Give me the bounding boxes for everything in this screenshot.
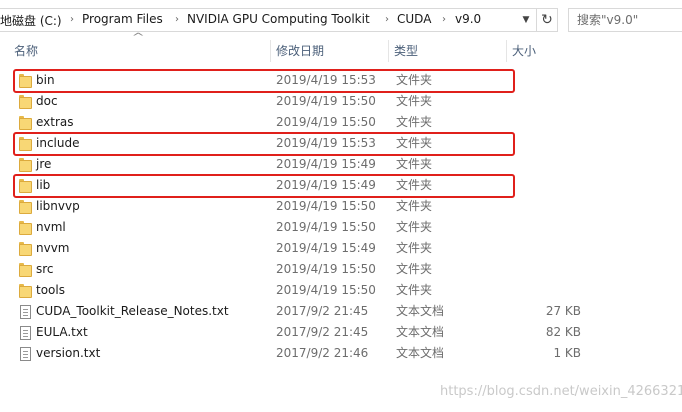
- file-name: EULA.txt: [36, 325, 88, 339]
- file-name: src: [36, 262, 54, 276]
- file-name: extras: [36, 115, 74, 129]
- breadcrumb-separator-icon[interactable]: ›: [385, 14, 389, 25]
- file-row[interactable]: libnvvp 2019/4/19 15:50 文件夹: [0, 196, 682, 217]
- file-row[interactable]: doc 2019/4/19 15:50 文件夹: [0, 91, 682, 112]
- column-header-date[interactable]: 修改日期: [270, 38, 388, 64]
- folder-icon: [19, 238, 32, 259]
- file-date: 2019/4/19 15:49: [276, 157, 376, 171]
- file-type: 文本文档: [396, 304, 445, 318]
- file-name: tools: [36, 283, 65, 297]
- file-date: 2019/4/19 15:50: [276, 220, 376, 234]
- file-row[interactable]: include 2019/4/19 15:53 文件夹: [0, 133, 682, 154]
- file-row[interactable]: nvvm 2019/4/19 15:49 文件夹: [0, 238, 682, 259]
- file-size: 1 KB: [553, 346, 581, 360]
- file-type: 文件夹: [396, 94, 433, 108]
- file-type: 文件夹: [396, 262, 433, 276]
- chevron-down-icon[interactable]: ▼: [518, 11, 534, 29]
- file-type: 文件夹: [396, 73, 433, 87]
- file-date: 2017/9/2 21:46: [276, 346, 369, 360]
- file-date: 2019/4/19 15:50: [276, 115, 376, 129]
- file-date: 2019/4/19 15:50: [276, 283, 376, 297]
- file-name: lib: [36, 178, 51, 192]
- file-type: 文本文档: [396, 346, 445, 360]
- file-date: 2019/4/19 15:53: [276, 73, 376, 87]
- file-row[interactable]: src 2019/4/19 15:50 文件夹: [0, 259, 682, 280]
- file-date: 2019/4/19 15:49: [276, 241, 376, 255]
- text-file-icon: [19, 301, 32, 322]
- folder-icon: [19, 70, 32, 91]
- folder-icon: [19, 196, 32, 217]
- sort-ascending-icon: ^: [131, 32, 145, 43]
- folder-icon: [19, 91, 32, 112]
- folder-icon: [19, 259, 32, 280]
- column-header-type[interactable]: 类型: [388, 38, 506, 64]
- file-type: 文件夹: [396, 199, 433, 213]
- text-file-icon: [19, 343, 32, 364]
- file-type: 文件夹: [396, 136, 433, 150]
- file-date: 2017/9/2 21:45: [276, 304, 369, 318]
- file-date: 2019/4/19 15:50: [276, 262, 376, 276]
- search-box[interactable]: [568, 8, 682, 32]
- file-row[interactable]: tools 2019/4/19 15:50 文件夹: [0, 280, 682, 301]
- file-row[interactable]: EULA.txt 2017/9/2 21:45 文本文档 82 KB: [0, 322, 682, 343]
- breadcrumb-program-files[interactable]: Program Files: [82, 12, 163, 26]
- folder-icon: [19, 154, 32, 175]
- file-name: version.txt: [36, 346, 101, 360]
- file-name: libnvvp: [36, 199, 80, 213]
- address-bar-area: 地磁盘 (C:) › Program Files › NVIDIA GPU Co…: [0, 0, 682, 38]
- folder-icon: [19, 175, 32, 196]
- refresh-icon[interactable]: ↻: [536, 9, 557, 31]
- file-size: 27 KB: [545, 304, 581, 318]
- folder-icon: [19, 112, 32, 133]
- file-row[interactable]: CUDA_Toolkit_Release_Notes.txt 2017/9/2 2…: [0, 301, 682, 322]
- column-header-row: 名称 修改日期 类型 大小: [0, 38, 682, 64]
- watermark: https://blog.csdn.net/weixin_42663215: [440, 384, 682, 399]
- search-input[interactable]: [569, 9, 682, 31]
- file-row[interactable]: version.txt 2017/9/2 21:46 文本文档 1 KB: [0, 343, 682, 364]
- file-date: 2019/4/19 15:50: [276, 94, 376, 108]
- file-name: bin: [36, 73, 55, 87]
- column-header-size[interactable]: 大小: [506, 38, 586, 64]
- file-type: 文件夹: [396, 241, 433, 255]
- file-type: 文件夹: [396, 283, 433, 297]
- file-name: nvvm: [36, 241, 70, 255]
- file-name: doc: [36, 94, 58, 108]
- breadcrumb-separator-icon[interactable]: ›: [70, 14, 74, 25]
- file-list: bin 2019/4/19 15:53 文件夹 doc 2019/4/19 15:50 文…: [0, 70, 682, 364]
- file-type: 文件夹: [396, 220, 433, 234]
- file-date: 2019/4/19 15:50: [276, 199, 376, 213]
- file-type: 文件夹: [396, 157, 433, 171]
- file-name: include: [36, 136, 80, 150]
- breadcrumb-nvidia-toolkit[interactable]: NVIDIA GPU Computing Toolkit: [187, 12, 370, 26]
- file-date: 2017/9/2 21:45: [276, 325, 369, 339]
- breadcrumb-drive[interactable]: 地磁盘 (C:): [0, 12, 62, 29]
- text-file-icon: [19, 322, 32, 343]
- file-name: jre: [36, 157, 52, 171]
- folder-icon: [19, 217, 32, 238]
- file-size: 82 KB: [545, 325, 581, 339]
- folder-icon: [19, 280, 32, 301]
- file-row[interactable]: extras 2019/4/19 15:50 文件夹: [0, 112, 682, 133]
- file-row[interactable]: bin 2019/4/19 15:53 文件夹: [0, 70, 682, 91]
- file-date: 2019/4/19 15:53: [276, 136, 376, 150]
- folder-icon: [19, 133, 32, 154]
- breadcrumb-separator-icon[interactable]: ›: [442, 14, 446, 25]
- breadcrumb-separator-icon[interactable]: ›: [175, 14, 179, 25]
- breadcrumb-cuda[interactable]: CUDA: [397, 12, 431, 26]
- file-row[interactable]: nvml 2019/4/19 15:50 文件夹: [0, 217, 682, 238]
- address-bar[interactable]: 地磁盘 (C:) › Program Files › NVIDIA GPU Co…: [0, 8, 558, 32]
- file-date: 2019/4/19 15:49: [276, 178, 376, 192]
- file-type: 文件夹: [396, 178, 433, 192]
- file-row[interactable]: jre 2019/4/19 15:49 文件夹: [0, 154, 682, 175]
- file-type: 文本文档: [396, 325, 445, 339]
- file-row[interactable]: lib 2019/4/19 15:49 文件夹: [0, 175, 682, 196]
- file-type: 文件夹: [396, 115, 433, 129]
- breadcrumb-v9[interactable]: v9.0: [455, 12, 481, 26]
- file-name: CUDA_Toolkit_Release_Notes.txt: [36, 304, 229, 318]
- file-name: nvml: [36, 220, 66, 234]
